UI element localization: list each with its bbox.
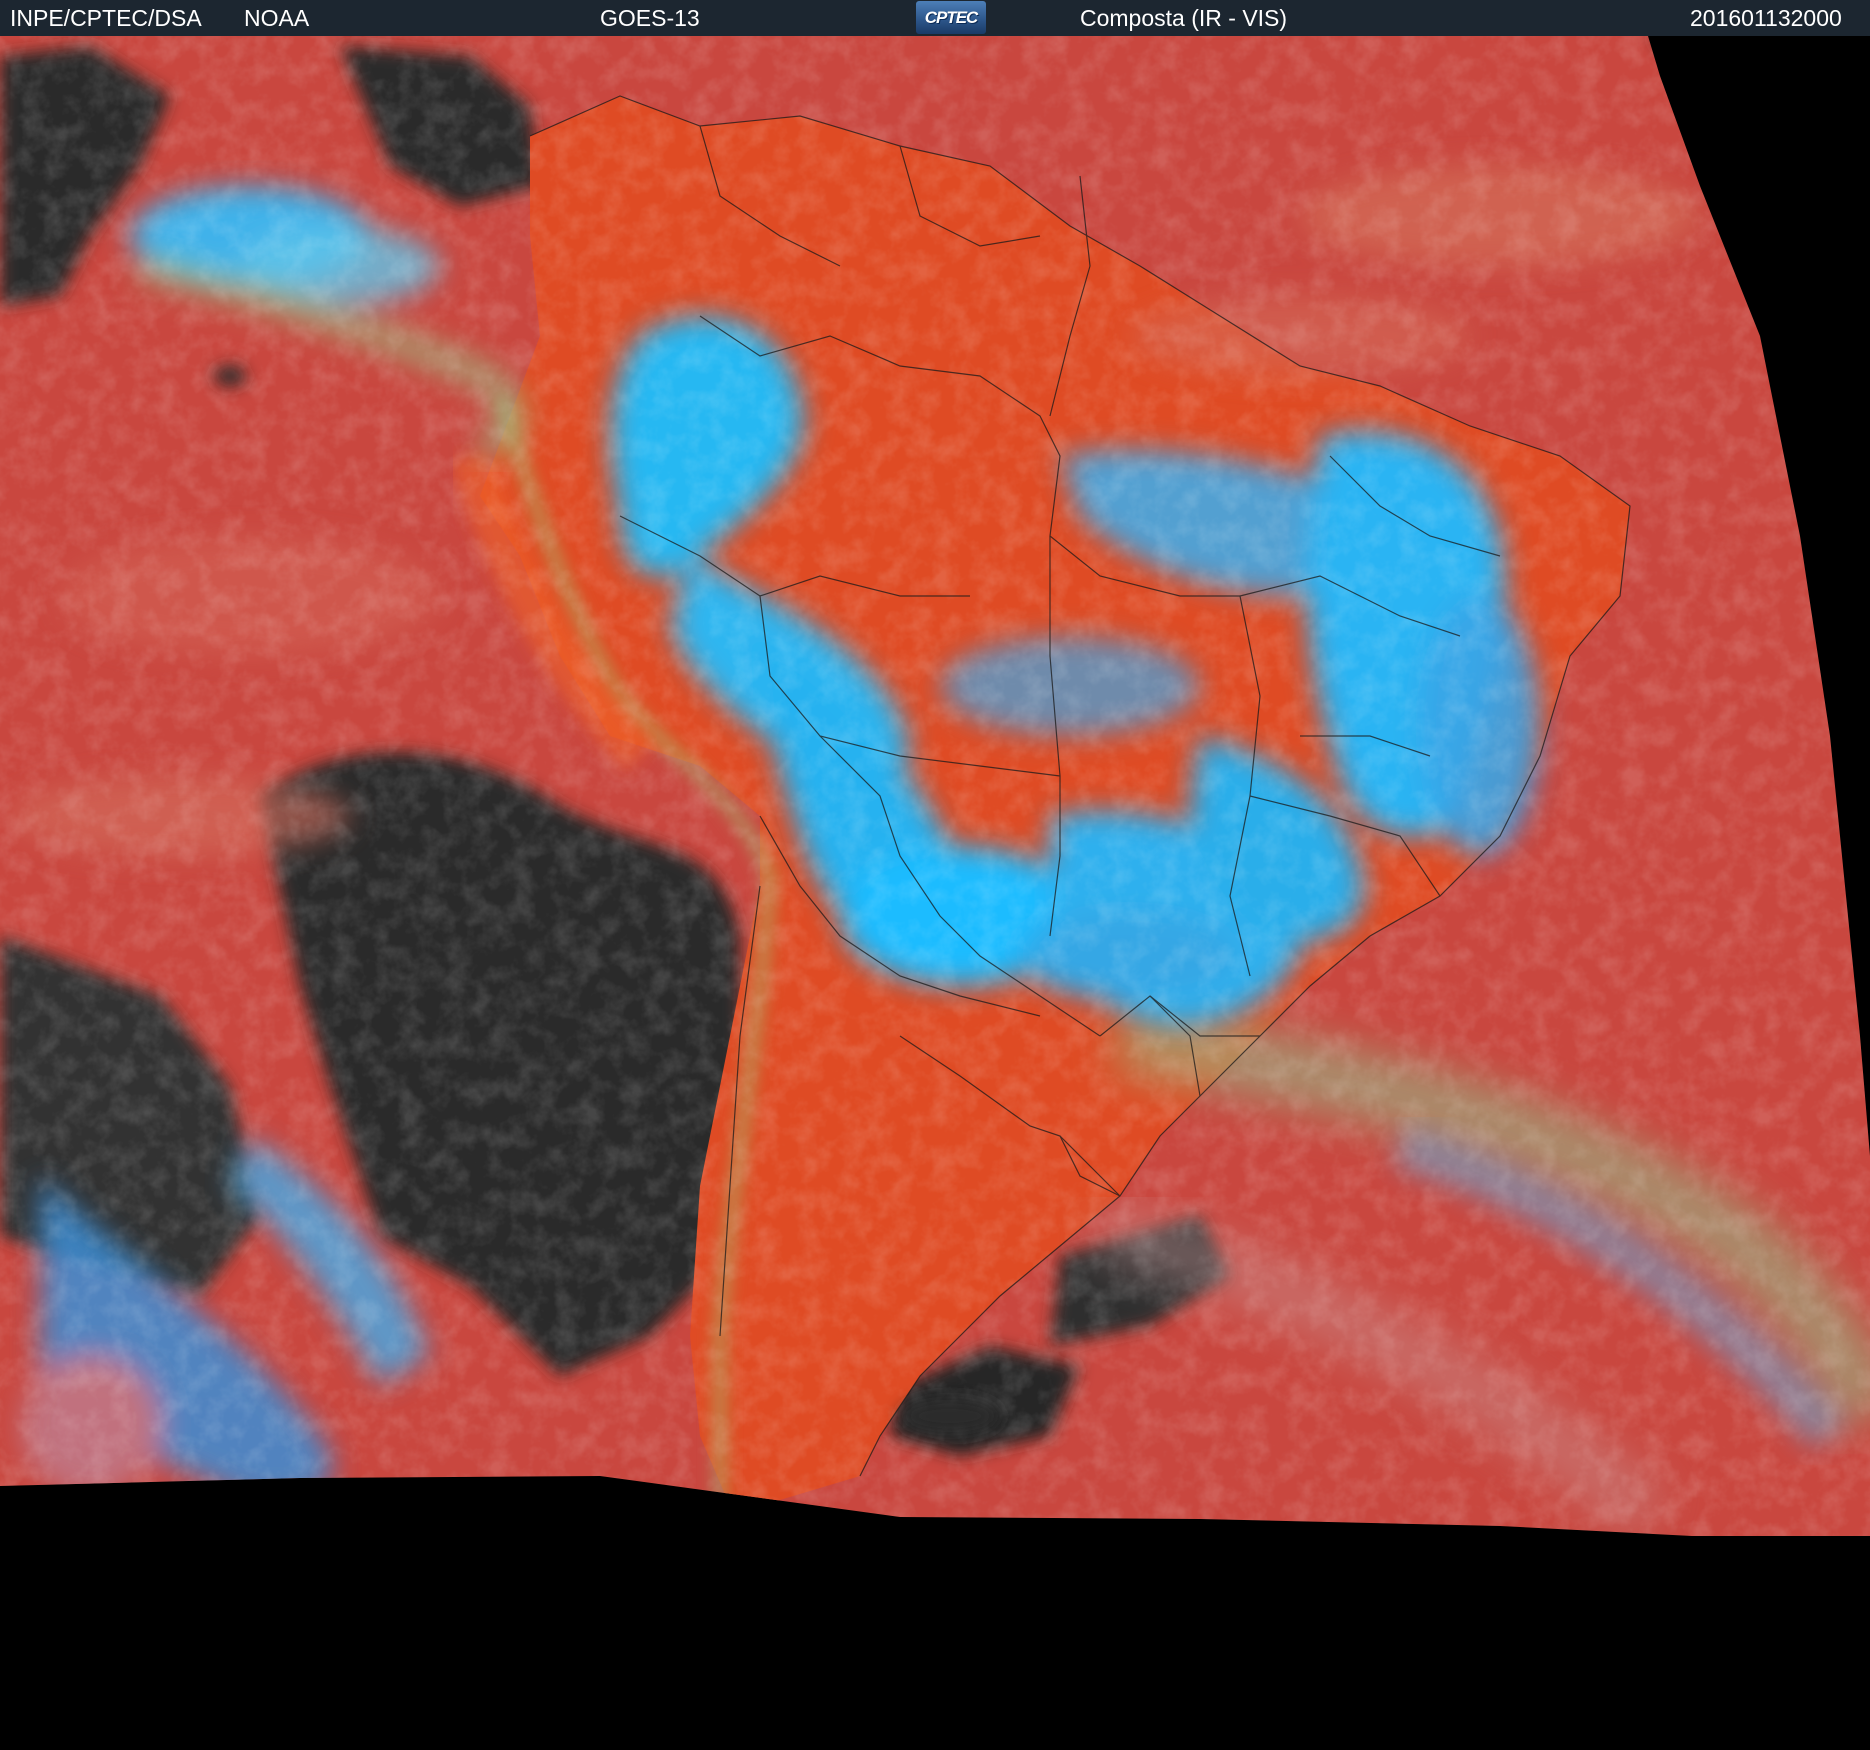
- cptec-logo: CPTEC: [916, 1, 986, 34]
- satellite-label: GOES-13: [600, 5, 700, 31]
- satellite-composite-image: [0, 36, 1870, 1750]
- agency-label: NOAA: [244, 5, 310, 31]
- image-header: INPE/CPTEC/DSA NOAA GOES-13 CPTEC Compos…: [0, 0, 1870, 36]
- source-label: INPE/CPTEC/DSA: [10, 5, 202, 31]
- product-label: Composta (IR - VIS): [1080, 5, 1288, 31]
- timestamp-label: 201601132000: [1690, 5, 1842, 31]
